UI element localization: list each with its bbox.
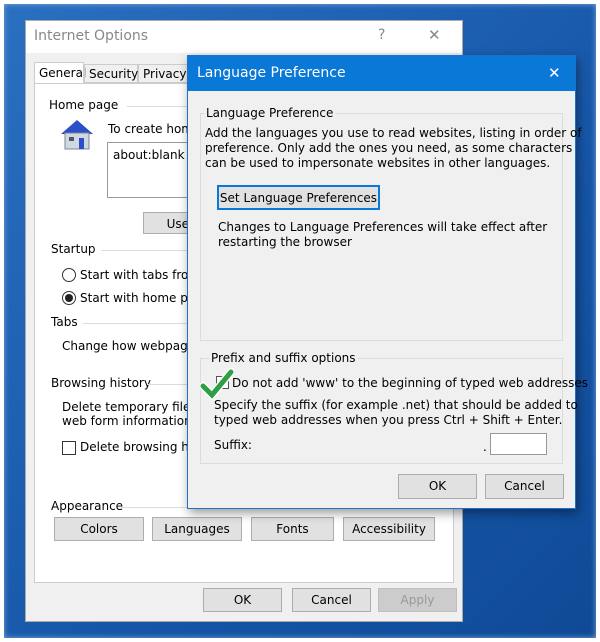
tab-security[interactable]: Security xyxy=(84,64,138,83)
colors-button[interactable]: Colors xyxy=(54,517,144,541)
suffix-label: Suffix: xyxy=(214,438,252,452)
house-icon xyxy=(61,120,93,150)
delete-on-exit-label: Delete browsing hist xyxy=(80,440,204,454)
dialog-ok-button[interactable]: OK xyxy=(398,474,477,499)
help-button[interactable]: ? xyxy=(378,27,385,43)
window-title: Internet Options xyxy=(34,28,149,44)
start-home-radio[interactable] xyxy=(62,291,76,305)
startup-label: Startup xyxy=(51,242,96,256)
language-description: Add the languages you use to read websit… xyxy=(205,126,582,171)
start-home-label: Start with home pag xyxy=(80,291,203,305)
tab-general[interactable]: General xyxy=(34,62,86,84)
dialog-title-bar: Language Preference ✕ xyxy=(188,56,575,91)
tabs-text: Change how webpages xyxy=(62,339,202,353)
languages-button[interactable]: Languages xyxy=(152,517,242,541)
suffix-input[interactable] xyxy=(490,433,547,455)
apply-button[interactable]: Apply xyxy=(378,588,457,612)
tab-privacy[interactable]: Privacy xyxy=(138,64,193,83)
dialog-cancel-button[interactable]: Cancel xyxy=(485,474,564,499)
language-group-label: Language Preference xyxy=(204,106,336,120)
dialog-close-button[interactable]: ✕ xyxy=(548,64,561,82)
desc-line: preference. Only add the ones you need, … xyxy=(205,141,573,155)
suffix-dot: . xyxy=(483,440,487,454)
green-checkmark-icon xyxy=(200,368,234,400)
note-line: Changes to Language Preferences will tak… xyxy=(218,220,548,234)
desc-line: typed web addresses when you press Ctrl … xyxy=(214,413,563,427)
language-preference-dialog: Language Preference ✕ Language Preferenc… xyxy=(187,55,588,509)
accessibility-button[interactable]: Accessibility xyxy=(343,517,435,541)
language-note: Changes to Language Preferences will tak… xyxy=(218,220,547,250)
suffix-description: Specify the suffix (for example .net) th… xyxy=(214,398,578,428)
set-language-preferences-button[interactable]: Set Language Preferences xyxy=(217,185,380,210)
close-button[interactable]: ✕ xyxy=(428,26,441,44)
no-www-label: Do not add 'www' to the beginning of typ… xyxy=(232,376,589,390)
note-line: restarting the browser xyxy=(218,235,352,249)
browsing-history-text-2: web form information. xyxy=(62,414,196,428)
start-tabs-radio[interactable] xyxy=(62,268,76,282)
appearance-label: Appearance xyxy=(51,499,124,513)
desc-line: Add the languages you use to read websit… xyxy=(205,126,582,140)
desc-line: can be used to impersonate websites in o… xyxy=(205,156,551,170)
home-page-label: Home page xyxy=(49,98,119,112)
start-tabs-label: Start with tabs from xyxy=(80,268,201,282)
browsing-history-label: Browsing history xyxy=(51,376,151,390)
ok-button[interactable]: OK xyxy=(203,588,282,612)
cancel-button[interactable]: Cancel xyxy=(292,588,371,612)
desc-line: Specify the suffix (for example .net) th… xyxy=(214,398,578,412)
title-bar: Internet Options ? ✕ xyxy=(26,21,462,53)
fonts-button[interactable]: Fonts xyxy=(251,517,334,541)
delete-on-exit-checkbox[interactable] xyxy=(62,441,76,455)
tabs-label: Tabs xyxy=(51,315,78,329)
dialog-title: Language Preference xyxy=(197,65,346,81)
prefix-suffix-label: Prefix and suffix options xyxy=(209,351,358,365)
